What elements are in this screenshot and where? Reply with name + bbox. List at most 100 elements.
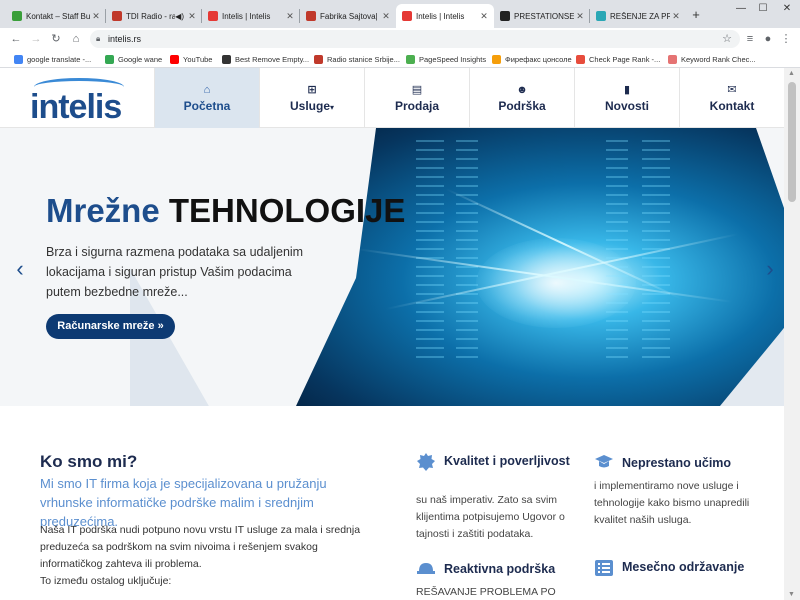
site-logo[interactable]: intelis (30, 76, 130, 126)
bookmarks-bar: google translate -... Google wane YouTub… (0, 50, 800, 68)
address-bar[interactable]: 🔒︎ intelis.rs ☆ (90, 30, 740, 48)
tab-title: PRESTATIONSET | (514, 11, 574, 21)
graduation-cap-icon (595, 455, 613, 468)
bookmark-favicon (170, 54, 179, 64)
sitemap-icon: ⊞ (307, 84, 317, 96)
shop-icon: ▤ (411, 84, 423, 96)
feature-reactive: Reaktivna podrška REŠAVANJE PROBLEMA PO (416, 558, 586, 600)
bookmark-label: Best Remove Empty... (235, 54, 310, 64)
nav-item-usluge[interactable]: ⊞ Usluge▾ (259, 68, 364, 128)
bookmark-4[interactable]: Radio stanice Srbije... (314, 52, 400, 66)
hero-title-part: Mrežne (46, 192, 160, 229)
tab-5[interactable]: PRESTATIONSET |✕ (494, 4, 590, 28)
bookmark-label: Keyword Rank Chec... (681, 54, 756, 64)
close-icon[interactable]: ✕ (670, 11, 682, 22)
chevron-right-icon[interactable]: › (760, 256, 780, 282)
window-close-button[interactable]: ✕ (774, 0, 800, 20)
home-icon: ⌂ (203, 83, 211, 96)
nav-item-novosti[interactable]: ▮ Novosti (574, 68, 679, 128)
close-icon[interactable]: ✕ (478, 11, 490, 22)
minimize-button[interactable]: — (730, 0, 752, 20)
nav-label: Usluge (289, 99, 330, 113)
site-header: intelis ⌂ Početna ⊞ Usluge▾ ▤ Prodaja ☻ Podr… (0, 68, 784, 128)
feature-title: Kvalitet i poverljivost (444, 454, 570, 468)
speaker-icon[interactable]: ◀) (175, 12, 184, 21)
tab-4[interactable]: Intelis | Intelis ✕ (396, 4, 494, 28)
tab-favicon (208, 11, 218, 21)
scroll-up-icon[interactable]: ▲ (788, 70, 795, 77)
bookmark-label: Check Page Rank -... (589, 54, 661, 64)
bookmark-6[interactable]: Фирефакс цонсоле (492, 52, 572, 66)
menu-icon[interactable]: ⋮ (778, 31, 794, 47)
browser-toolbar: ← → ↻ ⌂ 🔒︎ intelis.rs ☆ ≡ ● ⋮ (0, 28, 800, 50)
tab-favicon (596, 11, 606, 21)
nav-label: Početna (183, 98, 231, 113)
hero-title-part: TEHNOLOGIJE (168, 192, 406, 229)
tab-favicon (500, 11, 510, 21)
media-control-icon[interactable]: ≡ (742, 31, 758, 47)
tab-1[interactable]: TDI Radio - ra ◀) ✕ (106, 4, 202, 28)
bookmark-favicon (668, 54, 677, 64)
list-icon (595, 560, 613, 576)
main-nav: ⌂ Početna ⊞ Usluge▾ ▤ Prodaja ☻ Podrška ▮ Nov… (154, 68, 784, 128)
maximize-button[interactable]: ☐ (752, 0, 774, 20)
hero-slider: Mrežne TEHNOLOGIJE Brza i sigurna razmen… (0, 128, 784, 406)
bookmark-8[interactable]: Keyword Rank Chec... (668, 52, 756, 66)
feature-learning: Neprestano učimo i implementiramo nove u… (594, 452, 764, 532)
tab-3[interactable]: Fabrika Sajtova| Ra✕ (300, 4, 396, 28)
bookmark-label: Radio stanice Srbije... (327, 54, 400, 64)
close-icon[interactable]: ✕ (380, 11, 392, 22)
web-page: intelis ⌂ Početna ⊞ Usluge▾ ▤ Prodaja ☻ Podr… (0, 68, 784, 600)
about-body: Naša IT podrška nudi potpuno novu vrstu … (40, 522, 380, 590)
profile-icon[interactable]: ● (760, 31, 776, 47)
back-icon[interactable]: ← (8, 31, 24, 47)
close-icon[interactable]: ✕ (574, 11, 586, 22)
about-body-text: To između ostalog uključuje: (40, 575, 172, 587)
tab-0[interactable]: Kontakt – Staff Bu ✕ (6, 4, 106, 28)
bookmark-0[interactable]: google translate -... (14, 52, 91, 66)
chevron-left-icon[interactable]: ‹ (10, 256, 30, 282)
bookmark-5[interactable]: PageSpeed Insights (406, 52, 486, 66)
bookmark-favicon (222, 54, 231, 64)
nav-label-wrap: Usluge▾ (290, 99, 334, 113)
tab-favicon (12, 11, 22, 21)
nav-item-pocetna[interactable]: ⌂ Početna (154, 68, 259, 128)
nav-label: Podrška (498, 98, 546, 113)
bookmark-favicon (492, 54, 501, 64)
bookmark-7[interactable]: Check Page Rank -... (576, 52, 660, 66)
close-icon[interactable]: ✕ (284, 11, 296, 22)
feature-maintenance: Mesečno održavanje (594, 558, 764, 600)
bookmark-1[interactable]: Google wane (105, 52, 162, 66)
nav-label: Kontakt (709, 99, 755, 113)
hero-cta-button[interactable]: Računarske mreže » (46, 314, 175, 339)
bookmark-2[interactable]: YouTube (170, 52, 212, 66)
tab-2[interactable]: Intelis | Intelis ✕ (202, 4, 300, 28)
close-icon[interactable]: ✕ (186, 11, 198, 22)
browser-window: Kontakt – Staff Bu ✕ TDI Radio - ra ◀) ✕ In… (0, 0, 800, 600)
nav-item-podrska[interactable]: ☻ Podrška (469, 68, 574, 128)
reload-icon[interactable]: ↻ (48, 31, 64, 47)
scroll-down-icon[interactable]: ▼ (788, 591, 795, 598)
about-body-text: Naša IT podrška nudi potpuno novu vrstu … (40, 524, 361, 570)
bookmark-favicon (576, 54, 585, 64)
tab-6[interactable]: REŠENJE ZA PRO✕ (590, 4, 686, 28)
new-tab-icon[interactable]: + (688, 7, 704, 23)
url-text: intelis.rs (108, 34, 142, 44)
page-scrollbar[interactable]: ▲ ▼ (784, 68, 800, 600)
chevron-down-icon: ▾ (330, 103, 335, 112)
feature-title: Mesečno održavanje (622, 560, 745, 574)
nav-item-prodaja[interactable]: ▤ Prodaja (364, 68, 469, 128)
lock-icon[interactable]: 🔒︎ (96, 30, 100, 48)
forward-icon[interactable]: → (28, 31, 44, 47)
feature-text: i implementiramo nove usluge i tehnologi… (594, 480, 750, 526)
bookmark-3[interactable]: Best Remove Empty... (222, 52, 309, 66)
tab-title: Intelis | Intelis (416, 11, 465, 21)
bookmark-icon: ▮ (623, 84, 631, 96)
bookmark-favicon (105, 54, 114, 64)
about-title: Ko smo mi? (40, 452, 138, 471)
scrollbar-thumb[interactable] (788, 82, 796, 202)
home-icon[interactable]: ⌂ (68, 31, 84, 47)
star-icon[interactable]: ☆ (722, 30, 732, 48)
close-icon[interactable]: ✕ (90, 11, 102, 22)
nav-item-kontakt[interactable]: ✉ Kontakt (679, 68, 784, 128)
